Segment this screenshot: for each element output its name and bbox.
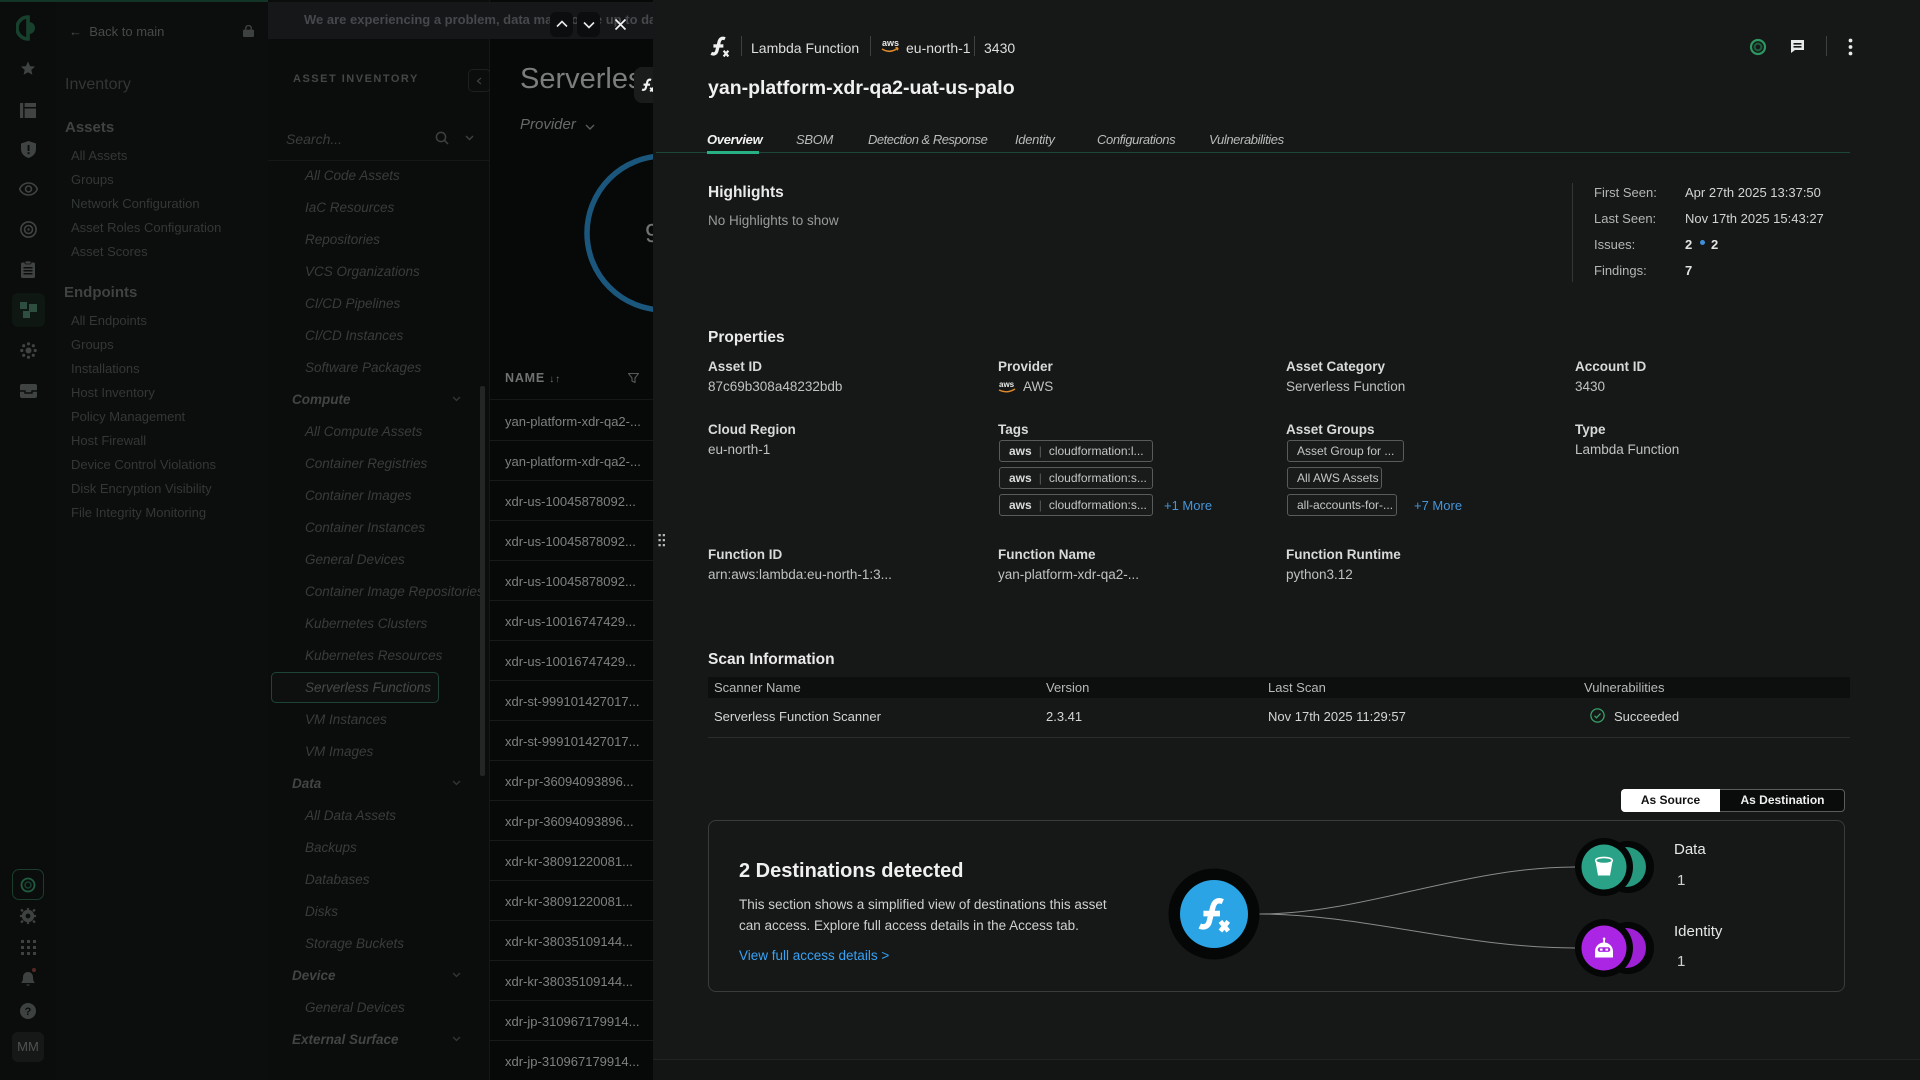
- svg-text:?: ?: [25, 1006, 32, 1018]
- svg-text:9: 9: [645, 218, 653, 248]
- svg-text:aws: aws: [999, 380, 1015, 389]
- svg-text:aws: aws: [882, 38, 899, 48]
